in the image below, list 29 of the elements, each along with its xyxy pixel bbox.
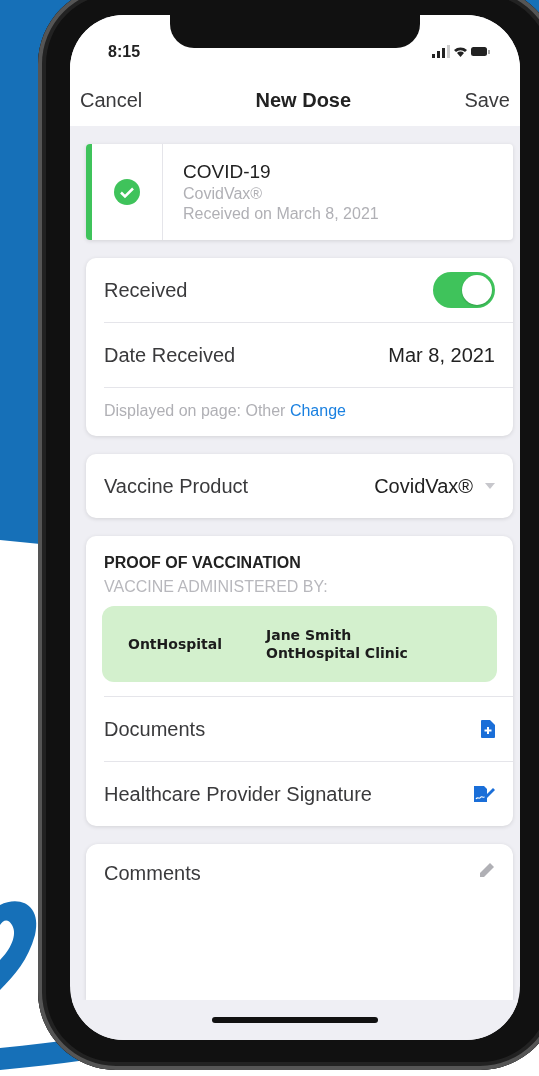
date-value[interactable]: Mar 8, 2021 bbox=[388, 343, 495, 367]
received-label: Received bbox=[104, 278, 188, 302]
row-label[interactable]: Healthcare Provider Signature bbox=[104, 782, 372, 806]
vaccine-name: COVID-19 bbox=[183, 161, 272, 183]
section-subtitle: VACCINE ADMINISTERED BY: bbox=[104, 578, 329, 596]
change-link[interactable]: Change bbox=[289, 402, 346, 419]
received-toggle[interactable] bbox=[433, 272, 495, 308]
received-date: Received on March 8, 2021 bbox=[183, 205, 379, 223]
cancel-button[interactable]: Cancel bbox=[80, 89, 143, 112]
product-label: Vaccine Product bbox=[104, 474, 249, 498]
file-plus-icon[interactable] bbox=[481, 720, 495, 738]
dropdown-caret-icon[interactable] bbox=[485, 483, 495, 489]
status-time: 8:15 bbox=[108, 43, 141, 61]
save-button[interactable]: Save bbox=[464, 89, 510, 112]
comments-field[interactable]: Comments bbox=[86, 844, 513, 1000]
screen-title: New Dose bbox=[255, 89, 352, 112]
date-label: Date Received bbox=[104, 343, 236, 367]
dose-card[interactable]: COVID-19 CovidVax® Received on March 8, 2021 bbox=[86, 144, 513, 240]
clinic-name: OntHospital Clinic bbox=[266, 645, 408, 661]
section-title: PROOF OF VACCINATION bbox=[104, 554, 302, 572]
vaccine-product: CovidVax® bbox=[183, 185, 264, 203]
signature-icon[interactable] bbox=[473, 785, 495, 803]
row-label[interactable]: Documents bbox=[104, 717, 206, 741]
organization-name: OntHospital bbox=[128, 636, 222, 652]
displayed-note: Displayed on page: Other Change bbox=[104, 387, 513, 436]
product-value[interactable]: CovidVax® bbox=[374, 474, 473, 498]
status-icons bbox=[432, 45, 490, 59]
provider-name: Jane Smith bbox=[266, 627, 353, 643]
pencil-icon[interactable] bbox=[479, 862, 495, 878]
